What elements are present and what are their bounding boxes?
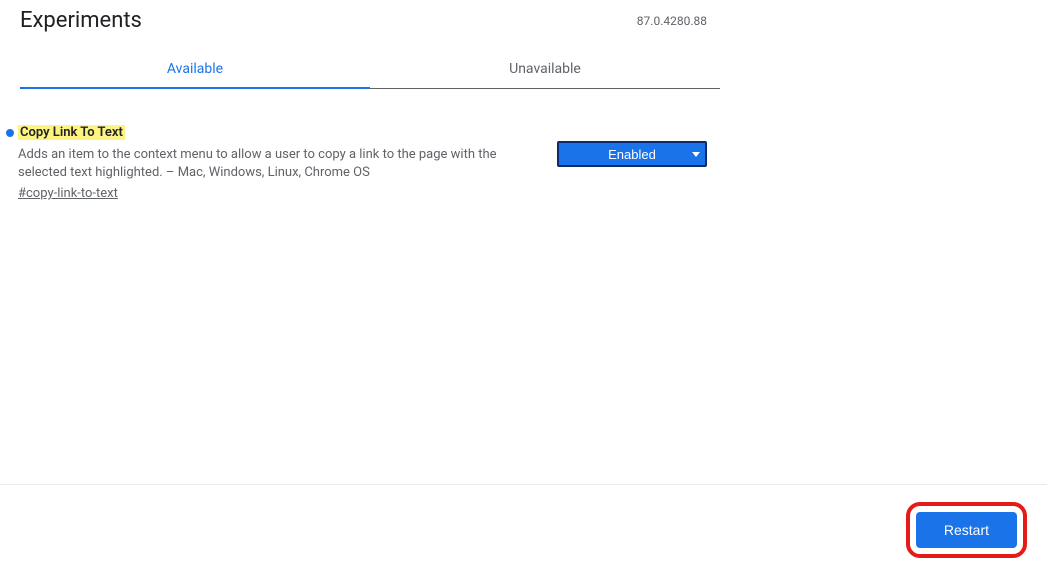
flag-description: Adds an item to the context menu to allo… [18, 146, 527, 182]
status-dot-icon [6, 129, 14, 137]
tab-unavailable[interactable]: Unavailable [370, 61, 720, 89]
page-title: Experiments [20, 8, 142, 33]
restart-button[interactable]: Restart [916, 512, 1017, 548]
flag-state-select[interactable]: Enabled [557, 141, 707, 167]
flag-hash-link[interactable]: #copy-link-to-text [18, 186, 118, 201]
tabs-bar: Available Unavailable [20, 61, 720, 89]
footer-bar: Restart [0, 484, 1047, 574]
version-label: 87.0.4280.88 [637, 14, 707, 28]
flag-title: Copy Link To Text [18, 125, 125, 140]
restart-highlight: Restart [906, 502, 1027, 558]
tab-available[interactable]: Available [20, 61, 370, 89]
flag-row: Copy Link To Text Adds an item to the co… [0, 125, 1027, 201]
